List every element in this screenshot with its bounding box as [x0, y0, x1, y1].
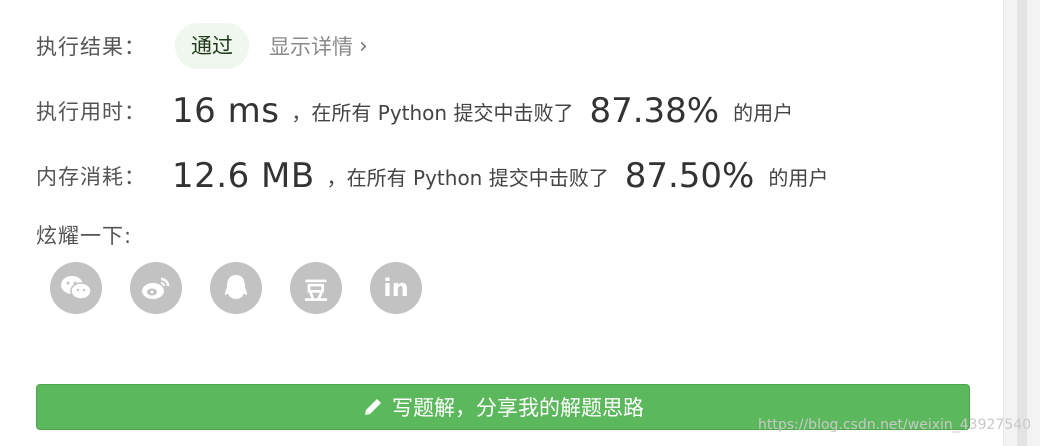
result-row: 执行结果： 通过 显示详情 › [36, 23, 368, 69]
weibo-icon[interactable] [130, 262, 182, 314]
douban-icon[interactable]: 豆 [290, 262, 342, 314]
runtime-text: ，在所有 Python 提交中击败了 [291, 100, 574, 125]
wechat-glyph [61, 276, 92, 300]
share-icons: 豆 in [50, 262, 422, 314]
submission-result-panel [0, 0, 1004, 446]
show-details-link[interactable]: 显示详情 › [269, 31, 368, 61]
memory-value: 12.6 MB [172, 156, 315, 196]
runtime-row: 执行用时： 16 ms ，在所有 Python 提交中击败了 87.38% 的用… [36, 88, 793, 134]
memory-label: 内存消耗： [36, 165, 146, 189]
memory-text: ，在所有 Python 提交中击败了 [326, 165, 609, 190]
weibo-glyph [142, 277, 170, 299]
memory-row: 内存消耗： 12.6 MB ，在所有 Python 提交中击败了 87.50% … [36, 153, 828, 199]
share-label: 炫耀一下: [36, 224, 133, 248]
write-solution-label: 写题解，分享我的解题思路 [392, 396, 644, 420]
qq-icon[interactable] [210, 262, 262, 314]
share-row: 炫耀一下: [36, 218, 132, 252]
watermark: https://blog.csdn.net/weixin_43927540 [758, 417, 1032, 433]
status-badge: 通过 [175, 23, 249, 69]
memory-tail: 的用户 [768, 165, 829, 190]
runtime-percent: 87.38% [589, 91, 720, 131]
runtime-tail: 的用户 [733, 100, 794, 125]
qq-glyph [225, 275, 247, 299]
scrollbar-track[interactable] [1017, 0, 1027, 446]
memory-percent: 87.50% [624, 156, 755, 196]
chevron-right-icon: › [359, 33, 368, 59]
linkedin-icon[interactable]: in [370, 262, 422, 314]
pencil-icon [362, 396, 384, 418]
runtime-value: 16 ms [172, 91, 280, 131]
runtime-label: 执行用时： [36, 100, 146, 124]
wechat-icon[interactable] [50, 262, 102, 314]
show-details-label: 显示详情 [269, 35, 353, 59]
result-label: 执行结果： [36, 35, 146, 59]
